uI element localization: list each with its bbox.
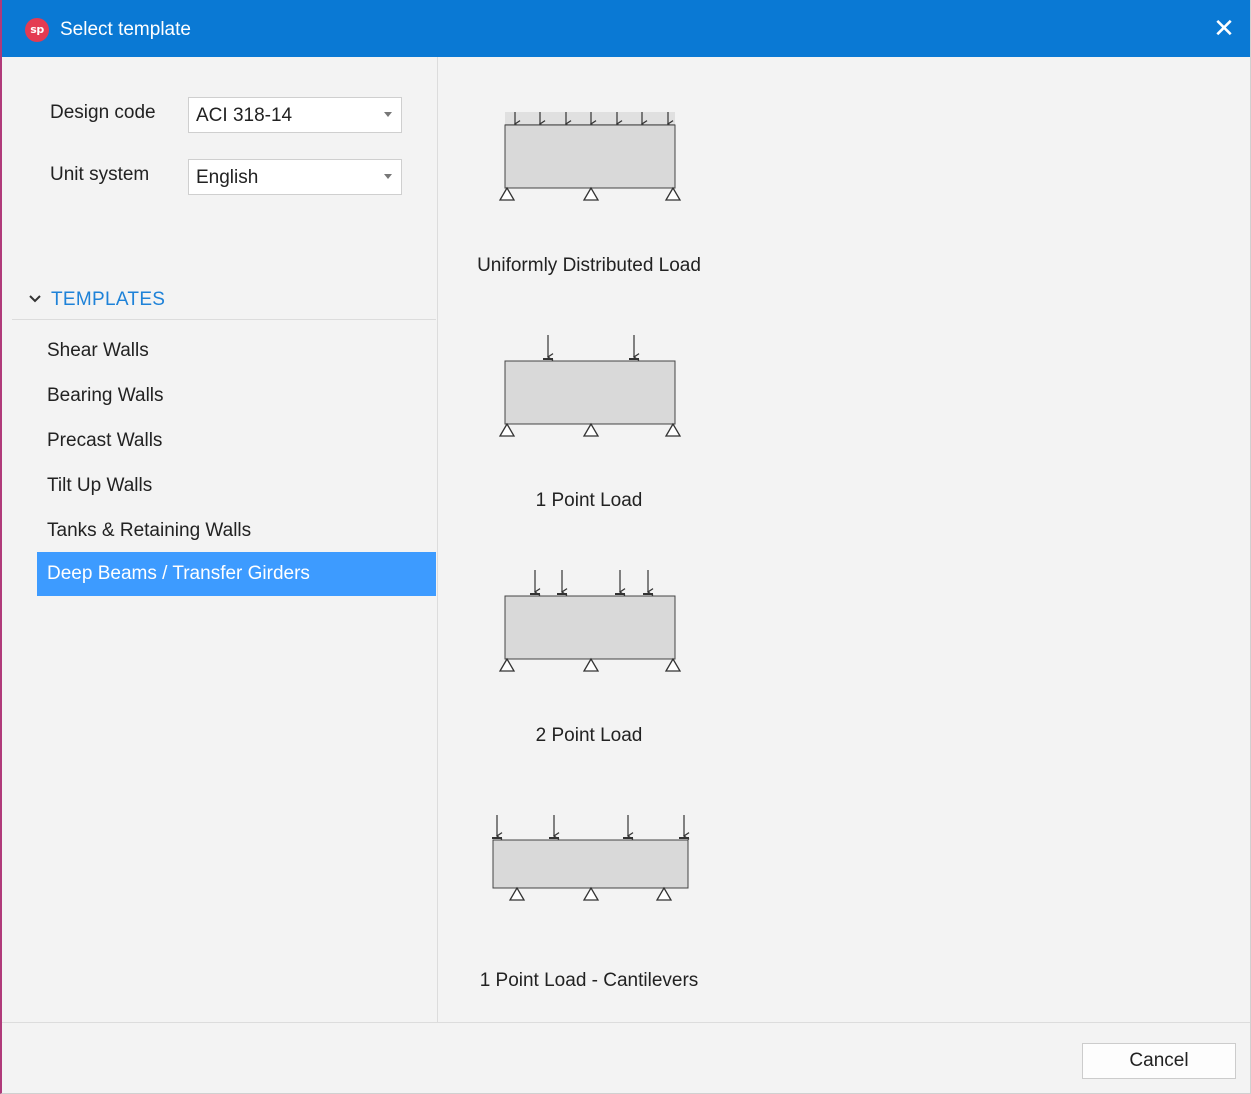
unit-system-label: Unit system: [50, 164, 150, 185]
template-item-tilt-up-walls[interactable]: Tilt Up Walls: [37, 464, 436, 508]
cancel-button[interactable]: Cancel: [1082, 1043, 1236, 1079]
card-label-cantilevers: 1 Point Load - Cantilevers: [479, 970, 699, 991]
deep-beam-udl-icon: [498, 112, 682, 201]
unit-system-value: English: [196, 167, 259, 188]
template-card-1-point-load[interactable]: 1 Point Load: [439, 332, 739, 522]
card-label-2-point-load: 2 Point Load: [535, 725, 643, 746]
template-item-bearing-walls[interactable]: Bearing Walls: [37, 374, 436, 418]
card-label-udl: Uniformly Distributed Load: [477, 255, 701, 276]
left-pane: Design code ACI 318-14 Unit system Engli…: [2, 57, 438, 1022]
title-bar: sp Select template ✕: [2, 0, 1250, 57]
design-code-value: ACI 318-14: [196, 105, 293, 126]
template-gallery: Uniformly Distributed Load 1 Point Load: [439, 57, 1250, 1022]
chevron-down-icon: [29, 295, 41, 303]
template-item-precast-walls[interactable]: Precast Walls: [37, 419, 436, 463]
dialog-title: Select template: [60, 19, 191, 40]
template-item-deep-beams[interactable]: Deep Beams / Transfer Girders: [37, 552, 436, 596]
deep-beam-cantilever-icon: [492, 815, 739, 901]
template-card-cantilevers[interactable]: 1 Point Load - Cantilevers: [439, 812, 739, 1002]
design-code-select[interactable]: ACI 318-14: [188, 97, 402, 133]
unit-system-select[interactable]: English: [188, 159, 402, 195]
templates-section-header[interactable]: TEMPLATES: [12, 285, 436, 320]
design-code-label: Design code: [50, 102, 156, 123]
templates-header-label: TEMPLATES: [51, 289, 166, 310]
app-logo: sp: [25, 18, 49, 42]
template-item-tanks-retaining-walls[interactable]: Tanks & Retaining Walls: [37, 509, 436, 553]
chevron-down-icon: [384, 174, 392, 179]
template-card-udl[interactable]: Uniformly Distributed Load: [439, 97, 739, 287]
close-icon: ✕: [1213, 13, 1235, 43]
deep-beam-1-point-load-icon: [498, 335, 682, 437]
template-card-2-point-load[interactable]: 2 Point Load: [439, 567, 739, 757]
card-label-1-point-load: 1 Point Load: [535, 490, 643, 511]
close-button[interactable]: ✕: [1204, 8, 1244, 48]
dialog-footer: Cancel: [2, 1022, 1250, 1093]
deep-beam-2-point-load-icon: [498, 570, 682, 672]
template-item-shear-walls[interactable]: Shear Walls: [37, 329, 436, 373]
select-template-dialog: sp Select template ✕ Design code ACI 318…: [0, 0, 1251, 1094]
chevron-down-icon: [384, 112, 392, 117]
